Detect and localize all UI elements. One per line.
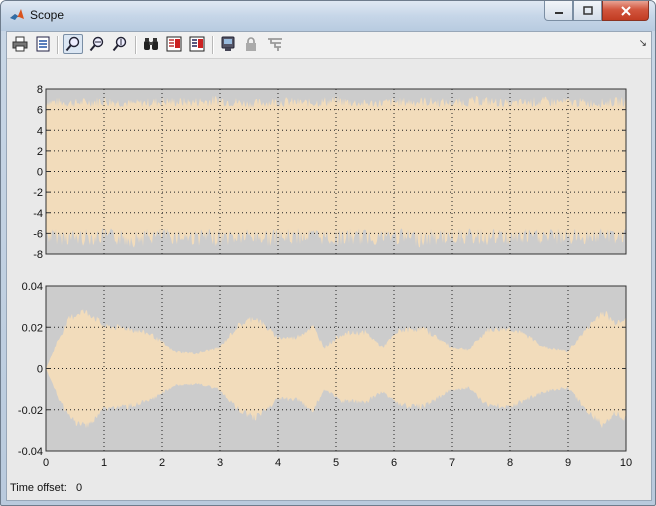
close-button[interactable] — [602, 1, 649, 21]
signal-selection-button[interactable] — [265, 34, 285, 54]
scope-window: Scope ↘ 8 6 4 2 0 -2 -4 -6 -8 0.04 0.02 … — [0, 0, 656, 506]
lock-button[interactable] — [241, 34, 261, 54]
x-tick-label: 9 — [565, 457, 571, 469]
axes-1[interactable] — [45, 88, 627, 255]
maximize-button[interactable] — [573, 1, 602, 21]
scope-client-area: ↘ 8 6 4 2 0 -2 -4 -6 -8 0.04 0.02 0 -0.02 -0.04 0 1 2 3 4 5… — [6, 31, 652, 501]
x-tick-label: 6 — [391, 457, 397, 469]
autoscale-button[interactable] — [141, 34, 161, 54]
y-tick-label: 0 — [37, 167, 43, 179]
floating-scope-icon — [221, 36, 235, 51]
y-tick-label: 2 — [37, 146, 43, 158]
y-tick-label: 0.02 — [22, 322, 43, 334]
window-title: Scope — [30, 8, 65, 22]
zoom-icon — [65, 36, 80, 52]
x-tick-label: 10 — [620, 457, 632, 469]
x-tick-label: 8 — [507, 457, 513, 469]
dock-arrow-icon[interactable]: ↘ — [639, 38, 647, 49]
minimize-button[interactable] — [544, 1, 573, 21]
print-button[interactable] — [10, 34, 30, 54]
maximize-icon — [582, 6, 593, 15]
signal-selection-icon — [268, 38, 282, 51]
y-tick-label: -8 — [33, 249, 43, 261]
save-axes-settings-icon — [166, 36, 182, 52]
time-offset-label: Time offset: — [10, 482, 67, 494]
plot-area: 8 6 4 2 0 -2 -4 -6 -8 0.04 0.02 0 -0.02 -0.04 0 1 2 3 4 5 6 7… — [7, 59, 651, 479]
time-offset-value: 0 — [76, 482, 83, 494]
toolbar: ↘ — [7, 32, 651, 59]
y-tick-label: -6 — [33, 228, 43, 240]
close-icon — [620, 5, 631, 16]
zoom-button[interactable] — [63, 34, 83, 54]
title-bar[interactable]: Scope — [1, 1, 655, 31]
parameters-button[interactable] — [33, 34, 53, 54]
y-tick-label: 8 — [37, 84, 43, 96]
save-axes-settings-button[interactable] — [164, 34, 184, 54]
x-tick-label: 4 — [275, 457, 281, 469]
y-tick-label: 6 — [37, 105, 43, 117]
x-tick-label: 3 — [217, 457, 223, 469]
axes-2[interactable] — [45, 285, 627, 452]
print-icon — [12, 36, 28, 52]
y-tick-label: -0.04 — [18, 446, 43, 458]
zoom-x-button[interactable] — [87, 34, 107, 54]
minimize-icon — [554, 11, 563, 14]
restore-axes-settings-button[interactable] — [187, 34, 207, 54]
x-tick-label: 7 — [449, 457, 455, 469]
y-tick-label: -4 — [33, 208, 43, 220]
lock-icon — [246, 37, 256, 51]
floating-scope-button[interactable] — [218, 34, 238, 54]
y-tick-label: 0.04 — [22, 281, 43, 293]
scope-plots: 86420-2-4-6-80.040.020-0.02-0.040 1 2 3 4 5 6 7… — [18, 84, 632, 469]
zoom-y-button[interactable] — [110, 34, 130, 54]
status-bar: Time offset: 0 — [7, 479, 651, 499]
x-tick-label: 2 — [159, 457, 165, 469]
matlab-logo-icon — [10, 9, 24, 20]
zoom-x-icon — [89, 36, 104, 52]
x-tick-label: 0 — [43, 457, 49, 469]
y-tick-label: -0.02 — [18, 405, 43, 417]
y-tick-label: -2 — [33, 187, 43, 199]
zoom-y-icon — [112, 36, 127, 52]
autoscale-binoculars-icon — [144, 38, 158, 50]
x-tick-label: 5 — [333, 457, 339, 469]
parameters-icon — [36, 36, 50, 52]
restore-axes-settings-icon — [189, 36, 205, 52]
x-tick-label: 1 — [101, 457, 107, 469]
y-tick-label: 0 — [37, 364, 43, 376]
y-tick-label: 4 — [37, 125, 43, 137]
